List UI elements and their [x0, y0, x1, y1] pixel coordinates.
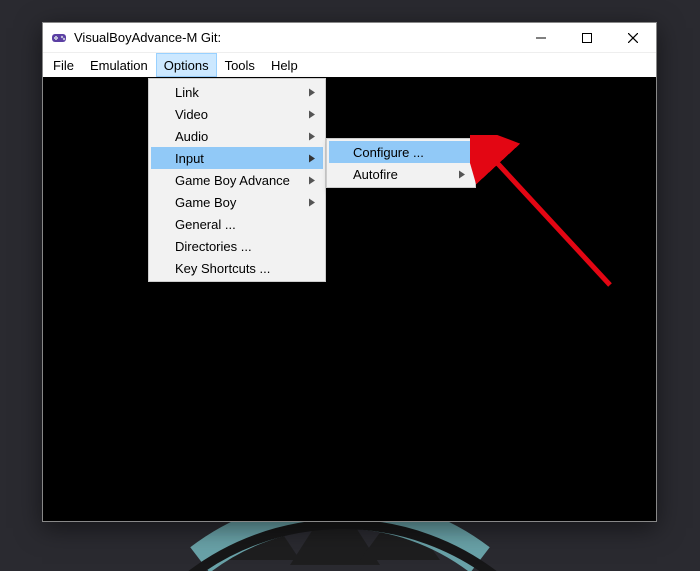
- app-window: VisualBoyAdvance-M Git: File Emulation O…: [42, 22, 657, 522]
- menu-label: Link: [175, 85, 199, 100]
- chevron-right-icon: [309, 151, 315, 166]
- close-button[interactable]: [610, 23, 656, 53]
- chevron-right-icon: [309, 129, 315, 144]
- titlebar[interactable]: VisualBoyAdvance-M Git:: [43, 23, 656, 53]
- menu-label: Game Boy: [175, 195, 236, 210]
- options-link[interactable]: Link: [151, 81, 323, 103]
- options-video[interactable]: Video: [151, 103, 323, 125]
- menu-label: Video: [175, 107, 208, 122]
- options-audio[interactable]: Audio: [151, 125, 323, 147]
- menu-tools[interactable]: Tools: [217, 53, 263, 77]
- menu-options[interactable]: Options: [156, 53, 217, 77]
- options-general[interactable]: General ...: [151, 213, 323, 235]
- menu-help[interactable]: Help: [263, 53, 306, 77]
- menu-label: Key Shortcuts ...: [175, 261, 270, 276]
- input-submenu: Configure ... Autofire: [326, 138, 476, 188]
- menu-emulation[interactable]: Emulation: [82, 53, 156, 77]
- chevron-right-icon: [309, 195, 315, 210]
- options-gb[interactable]: Game Boy: [151, 191, 323, 213]
- chevron-right-icon: [309, 85, 315, 100]
- menu-label: Game Boy Advance: [175, 173, 290, 188]
- maximize-button[interactable]: [564, 23, 610, 53]
- window-title: VisualBoyAdvance-M Git:: [74, 30, 221, 45]
- minimize-button[interactable]: [518, 23, 564, 53]
- input-autofire[interactable]: Autofire: [329, 163, 473, 185]
- menu-label: General ...: [175, 217, 236, 232]
- options-key-shortcuts[interactable]: Key Shortcuts ...: [151, 257, 323, 279]
- menu-label: Directories ...: [175, 239, 252, 254]
- chevron-right-icon: [459, 167, 465, 182]
- menu-file[interactable]: File: [45, 53, 82, 77]
- menu-label: Input: [175, 151, 204, 166]
- chevron-right-icon: [309, 107, 315, 122]
- options-dropdown: Link Video Audio Input Game Boy Advance …: [148, 78, 326, 282]
- options-directories[interactable]: Directories ...: [151, 235, 323, 257]
- options-gba[interactable]: Game Boy Advance: [151, 169, 323, 191]
- input-configure[interactable]: Configure ...: [329, 141, 473, 163]
- menu-label: Configure ...: [353, 145, 424, 160]
- menu-label: Audio: [175, 129, 208, 144]
- app-icon: [51, 30, 67, 46]
- options-input[interactable]: Input: [151, 147, 323, 169]
- chevron-right-icon: [309, 173, 315, 188]
- menu-label: Autofire: [353, 167, 398, 182]
- menubar: File Emulation Options Tools Help: [43, 53, 656, 77]
